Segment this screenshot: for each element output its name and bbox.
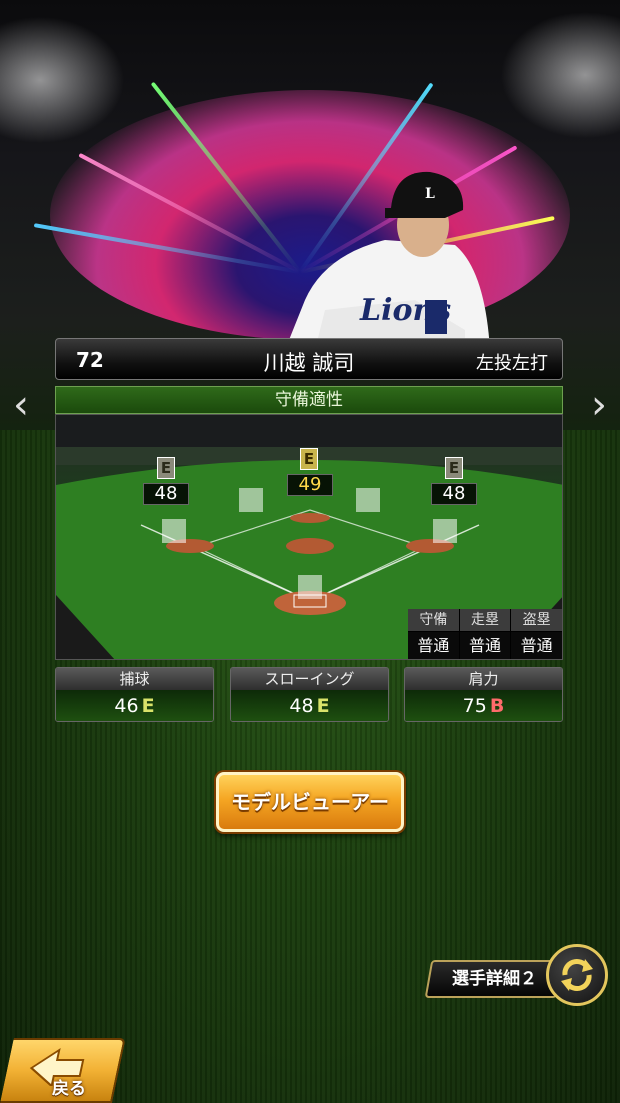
svg-text:L: L (425, 186, 435, 202)
defense-panel-title: 守備適性 (55, 386, 563, 414)
stat-arm-strength: 肩力 75 B (404, 667, 563, 722)
position-value-left-field: 48 (143, 483, 189, 505)
position-grade-center-field: E (300, 448, 318, 470)
running-table: 守備 走塁 盗塁 普通 普通 普通 (408, 609, 562, 659)
position-value-right-field: 48 (431, 483, 477, 505)
mini-header: 守備 (408, 609, 459, 631)
player-details-label: 選手詳細２ (451, 969, 537, 989)
position-grade-right-field: E (445, 457, 463, 479)
player-image: Lions L (285, 171, 490, 350)
position-value-center-field: 49 (287, 474, 333, 496)
stat-grade: B (489, 695, 505, 717)
stat-value: 48 (289, 695, 314, 717)
position-grade-left-field: E (157, 457, 175, 479)
cycle-arrows-icon[interactable] (546, 944, 608, 1006)
stat-grade: E (141, 695, 155, 717)
stat-value: 46 (114, 695, 139, 717)
stat-catching: 捕球 46 E (55, 667, 214, 722)
mini-value: 普通 (511, 632, 562, 659)
stat-label: スローイング (231, 668, 388, 690)
mini-header: 走塁 (459, 609, 511, 631)
mini-header: 盗塁 (511, 609, 562, 631)
position-slot-third-base (162, 519, 186, 543)
defense-field: E 48 E 49 E 48 守備 走塁 盗塁 普通 普通 普通 (55, 414, 563, 660)
stat-value: 75 (462, 695, 487, 717)
mini-value: 普通 (408, 632, 459, 659)
model-viewer-button[interactable]: モデルビューアー (216, 772, 404, 832)
stat-label: 捕球 (56, 668, 213, 690)
chevron-left-icon[interactable]: ‹ (10, 383, 32, 427)
position-slot-second-base (239, 488, 263, 512)
back-label: 戻る (52, 1079, 86, 1099)
position-slot-first-base (433, 519, 457, 543)
handedness: 左投左打 (476, 353, 548, 374)
stat-label: 肩力 (405, 668, 562, 690)
player-details-button[interactable]: 選手詳細２ (424, 960, 564, 998)
stat-grade: E (316, 695, 330, 717)
chevron-right-icon[interactable]: › (588, 383, 610, 427)
position-slot-catcher (298, 575, 322, 599)
stat-throwing: スローイング 48 E (230, 667, 389, 722)
position-slot-shortstop (356, 488, 380, 512)
mini-value: 普通 (459, 632, 511, 659)
player-header: 72 川越 誠司 左投左打 (55, 338, 563, 380)
